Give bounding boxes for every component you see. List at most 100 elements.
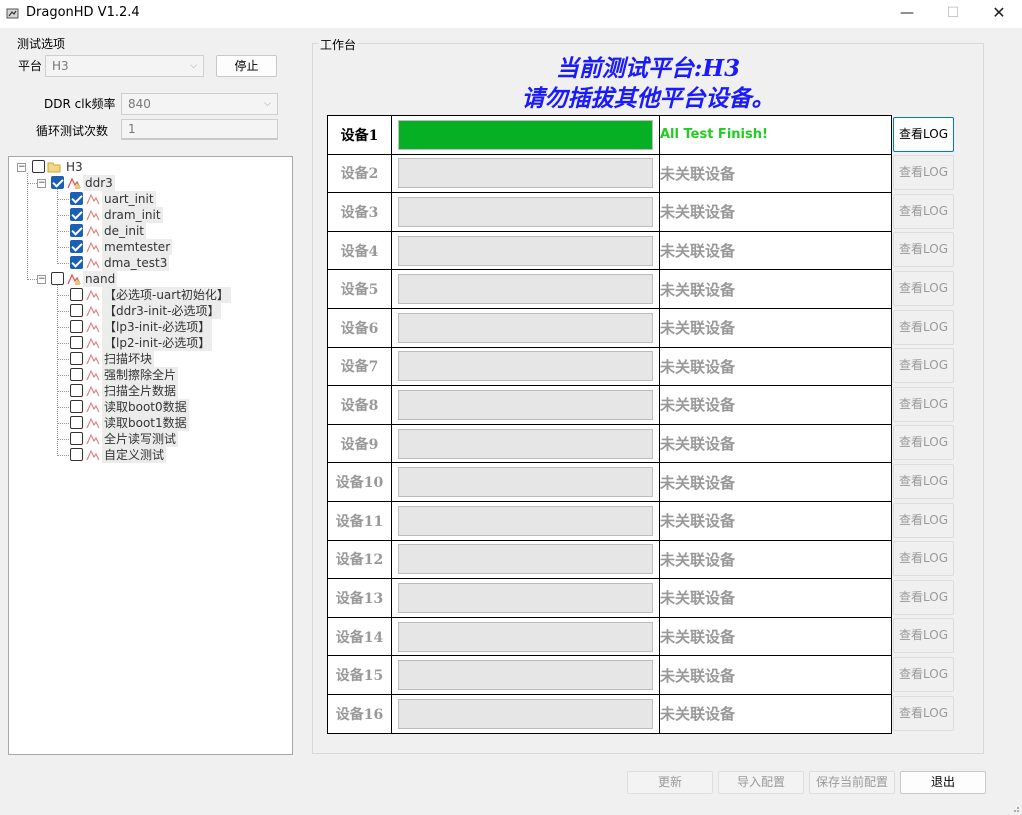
device-row: 设备6 未关联设备 bbox=[327, 307, 892, 348]
test-item-icon bbox=[86, 305, 100, 317]
tree-item-checkbox[interactable] bbox=[70, 416, 83, 429]
minimize-button[interactable]: — bbox=[884, 0, 930, 28]
chevron-down-icon: ⌵ bbox=[190, 61, 197, 71]
device-status: 未关联设备 bbox=[659, 385, 892, 425]
tree-item-label[interactable]: 【必选项-uart初始化】 bbox=[102, 287, 231, 303]
import-config-button[interactable]: 导入配置 bbox=[718, 771, 804, 794]
tree-item-checkbox[interactable] bbox=[70, 224, 83, 237]
view-log-button[interactable]: 查看LOG bbox=[893, 309, 954, 345]
tree-expander-ddr3[interactable]: − bbox=[37, 179, 46, 188]
ddr-clk-select[interactable]: 840 ⌵ bbox=[121, 93, 278, 115]
tree-node-root[interactable]: H3 bbox=[64, 159, 85, 175]
tree-line bbox=[57, 455, 69, 456]
device-progress-cell bbox=[391, 655, 660, 695]
view-log-button[interactable]: 查看LOG bbox=[893, 656, 954, 692]
tree-item-label[interactable]: 【ddr3-init-必选项】 bbox=[102, 303, 222, 319]
view-log-button[interactable]: 查看LOG bbox=[893, 425, 954, 461]
platform-select[interactable]: H3 ⌵ bbox=[45, 55, 204, 77]
device-name: 设备6 bbox=[327, 307, 392, 348]
tree-item-label[interactable]: 扫描坏块 bbox=[102, 351, 155, 367]
tree-item-label[interactable]: 扫描全片数据 bbox=[102, 383, 179, 399]
tree-line bbox=[57, 375, 69, 376]
test-item-icon bbox=[86, 225, 100, 237]
tree-item-checkbox[interactable] bbox=[70, 448, 83, 461]
tree-item-checkbox[interactable] bbox=[70, 208, 83, 221]
close-button[interactable]: ✕ bbox=[976, 0, 1022, 28]
stop-button[interactable]: 停止 bbox=[216, 55, 277, 77]
tree-line bbox=[57, 359, 69, 360]
tree-line bbox=[27, 183, 37, 184]
tree-item-label[interactable]: memtester bbox=[102, 239, 173, 255]
tree-item-checkbox[interactable] bbox=[70, 352, 83, 365]
tree-item-label[interactable]: 读取boot0数据 bbox=[102, 399, 189, 415]
tree-node-ddr3[interactable]: ddr3 bbox=[83, 175, 115, 191]
test-item-icon bbox=[86, 449, 100, 461]
tree-checkbox-root[interactable] bbox=[32, 160, 45, 173]
tree-item-checkbox[interactable] bbox=[70, 400, 83, 413]
test-tree[interactable]: − H3 − ddr3 uart_init dram_init de_init memtest… bbox=[8, 156, 293, 755]
tree-item-label[interactable]: uart_init bbox=[102, 191, 156, 207]
ddr-clk-value: 840 bbox=[128, 97, 151, 111]
tree-item-checkbox[interactable] bbox=[70, 384, 83, 397]
view-log-button[interactable]: 查看LOG bbox=[893, 579, 954, 615]
tree-item-checkbox[interactable] bbox=[70, 256, 83, 269]
view-log-button[interactable]: 查看LOG bbox=[893, 232, 954, 268]
view-log-button[interactable]: 查看LOG bbox=[893, 155, 954, 191]
tree-checkbox-nand[interactable] bbox=[51, 272, 64, 285]
view-log-button[interactable]: 查看LOG bbox=[893, 116, 954, 152]
view-log-button[interactable]: 查看LOG bbox=[893, 193, 954, 229]
device-progress-bar bbox=[398, 389, 653, 420]
view-log-button[interactable]: 查看LOG bbox=[893, 618, 954, 654]
device-status: 未关联设备 bbox=[659, 307, 892, 348]
tree-item-label[interactable]: de_init bbox=[102, 223, 146, 239]
device-status: 未关联设备 bbox=[659, 655, 892, 695]
window-title: DragonHD V1.2.4 bbox=[26, 5, 140, 20]
refresh-button[interactable]: 更新 bbox=[627, 771, 713, 794]
test-item-icon bbox=[86, 193, 100, 205]
tree-item-checkbox[interactable] bbox=[70, 432, 83, 445]
tree-item-label[interactable]: dma_test3 bbox=[102, 255, 170, 271]
tree-item-label[interactable]: 强制擦除全片 bbox=[102, 367, 179, 383]
view-log-button[interactable]: 查看LOG bbox=[893, 463, 954, 499]
folder-icon bbox=[47, 162, 61, 173]
warning-banner: 请勿插拔其他平台设备。 bbox=[521, 85, 775, 112]
maximize-button[interactable]: ☐ bbox=[930, 0, 976, 28]
tree-item-label[interactable]: 自定义测试 bbox=[102, 447, 167, 463]
tree-item-checkbox[interactable] bbox=[70, 304, 83, 317]
device-progress-bar bbox=[398, 428, 653, 459]
tree-node-nand[interactable]: nand bbox=[83, 271, 118, 287]
device-row: 设备4 未关联设备 bbox=[327, 230, 892, 271]
tree-item-checkbox[interactable] bbox=[70, 192, 83, 205]
exit-button[interactable]: 退出 bbox=[900, 771, 986, 794]
tree-expander-root[interactable]: − bbox=[17, 163, 26, 172]
tree-item-checkbox[interactable] bbox=[70, 320, 83, 333]
device-progress-cell bbox=[391, 269, 660, 309]
view-log-button[interactable]: 查看LOG bbox=[893, 386, 954, 422]
tree-item-label[interactable]: 读取boot1数据 bbox=[102, 415, 189, 431]
device-name: 设备1 bbox=[327, 115, 392, 155]
save-config-button[interactable]: 保存当前配置 bbox=[809, 771, 895, 794]
tree-item-label[interactable]: dram_init bbox=[102, 207, 163, 223]
tree-item-label[interactable]: 【lp3-init-必选项】 bbox=[102, 319, 213, 335]
view-log-button[interactable]: 查看LOG bbox=[893, 348, 954, 384]
tree-expander-nand[interactable]: − bbox=[37, 275, 46, 284]
tree-item-checkbox[interactable] bbox=[70, 336, 83, 349]
tree-item-checkbox[interactable] bbox=[70, 240, 83, 253]
resize-grip-icon[interactable] bbox=[1010, 803, 1020, 813]
test-item-icon bbox=[86, 401, 100, 413]
tree-item-checkbox[interactable] bbox=[70, 368, 83, 381]
view-log-button[interactable]: 查看LOG bbox=[893, 270, 954, 306]
tree-item-label[interactable]: 【lp2-init-必选项】 bbox=[102, 335, 213, 351]
device-progress-bar bbox=[398, 119, 653, 150]
device-progress-cell bbox=[391, 307, 660, 348]
device-progress-cell bbox=[391, 423, 660, 464]
tree-item-checkbox[interactable] bbox=[70, 288, 83, 301]
view-log-button[interactable]: 查看LOG bbox=[893, 541, 954, 577]
device-name: 设备14 bbox=[327, 616, 392, 657]
tree-item-label[interactable]: 全片读写测试 bbox=[102, 431, 179, 447]
loop-count-input[interactable]: 1 bbox=[121, 119, 278, 140]
view-log-button[interactable]: 查看LOG bbox=[893, 695, 954, 731]
view-log-button[interactable]: 查看LOG bbox=[893, 502, 954, 538]
tree-checkbox-ddr3[interactable] bbox=[51, 176, 64, 189]
app-icon bbox=[6, 8, 19, 19]
